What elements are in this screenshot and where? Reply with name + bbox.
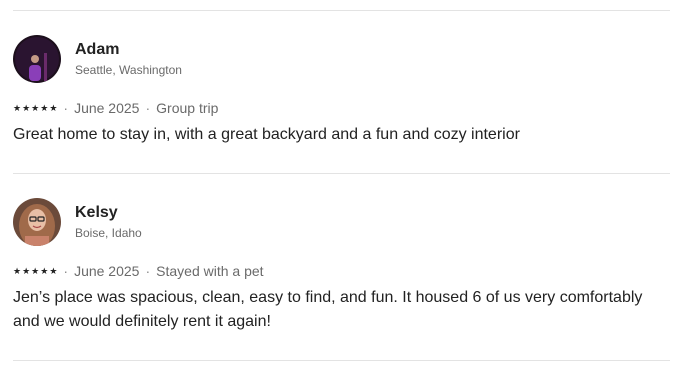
review-date: June 2025 xyxy=(74,263,140,279)
review-item: Kelsy Boise, Idaho ★ ★ ★ ★ ★ · June 2025… xyxy=(13,198,670,334)
star-icon: ★ xyxy=(22,103,31,113)
avatar[interactable] xyxy=(13,35,61,83)
meta-separator: · xyxy=(145,263,151,279)
star-icon: ★ xyxy=(49,266,58,276)
reviewer-info: Kelsy Boise, Idaho xyxy=(75,203,142,241)
review-meta: ★ ★ ★ ★ ★ · June 2025 · Group trip xyxy=(13,99,670,117)
reviewer-location: Seattle, Washington xyxy=(75,63,182,77)
star-icon: ★ xyxy=(40,103,49,113)
trip-type: Group trip xyxy=(156,100,219,116)
divider-middle xyxy=(13,173,670,174)
trip-type: Stayed with a pet xyxy=(156,263,264,279)
meta-separator: · xyxy=(63,263,69,279)
reviewer-location: Boise, Idaho xyxy=(75,226,142,240)
star-icon: ★ xyxy=(49,103,58,113)
star-icon: ★ xyxy=(13,266,22,276)
star-icon: ★ xyxy=(22,266,31,276)
divider-bottom xyxy=(13,360,670,361)
star-rating: ★ ★ ★ ★ ★ xyxy=(13,99,57,117)
star-icon: ★ xyxy=(40,266,49,276)
review-item: Adam Seattle, Washington ★ ★ ★ ★ ★ · Jun… xyxy=(13,35,670,147)
avatar[interactable] xyxy=(13,198,61,246)
review-text: Jen’s place was spacious, clean, easy to… xyxy=(13,289,643,330)
review-date: June 2025 xyxy=(74,100,140,116)
meta-separator: · xyxy=(63,100,69,116)
star-icon: ★ xyxy=(13,103,22,113)
review-header: Kelsy Boise, Idaho xyxy=(13,198,670,246)
reviewer-name[interactable]: Kelsy xyxy=(75,203,142,223)
star-rating: ★ ★ ★ ★ ★ xyxy=(13,262,57,280)
review-meta: ★ ★ ★ ★ ★ · June 2025 · Stayed with a pe… xyxy=(13,262,670,280)
reviewer-info: Adam Seattle, Washington xyxy=(75,40,182,78)
review-header: Adam Seattle, Washington xyxy=(13,35,670,83)
review-text: Great home to stay in, with a great back… xyxy=(13,126,520,143)
star-icon: ★ xyxy=(31,103,40,113)
reviewer-name[interactable]: Adam xyxy=(75,40,182,60)
meta-separator: · xyxy=(145,100,151,116)
divider-top xyxy=(13,10,670,11)
star-icon: ★ xyxy=(31,266,40,276)
